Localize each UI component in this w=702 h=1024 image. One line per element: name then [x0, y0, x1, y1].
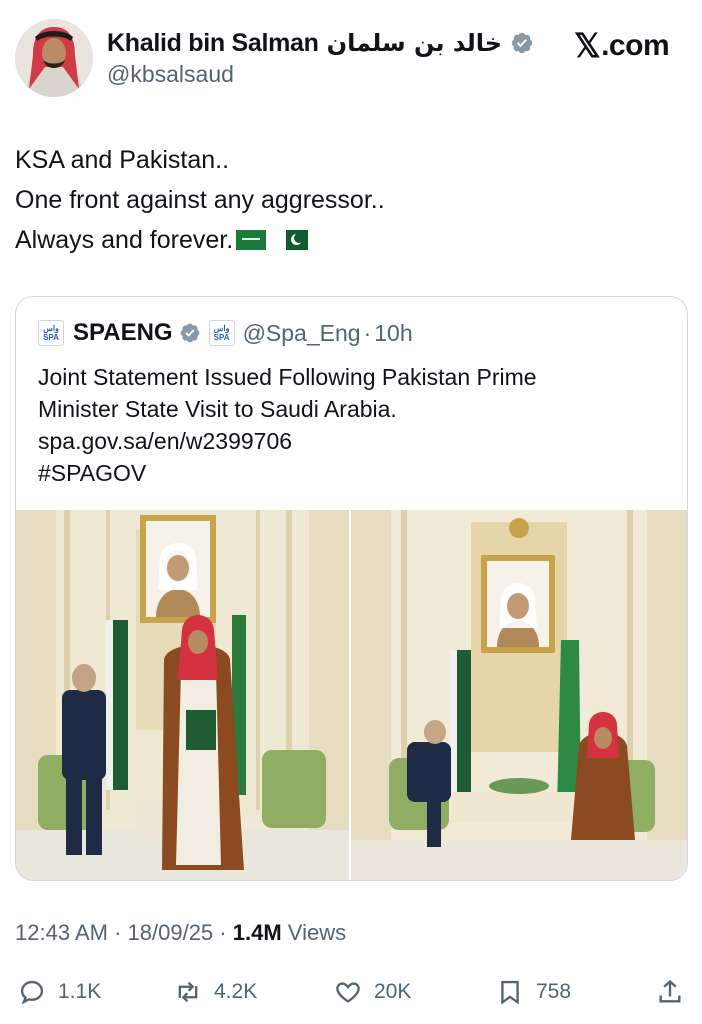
- repost-icon: [178, 981, 198, 1003]
- author-name-row: Khalid bin Salman خالد بن سلمان: [107, 28, 534, 58]
- quoted-tweet-card[interactable]: واس SPA SPAENG واس SPA @Spa_Eng · 10h Jo…: [15, 296, 688, 881]
- bookmark-icon: [501, 980, 519, 1005]
- reply-icon: [20, 980, 44, 1005]
- tweet-line: KSA and Pakistan..: [15, 146, 230, 174]
- separator-dot: ·: [363, 319, 372, 346]
- seated-meeting-photo[interactable]: [351, 510, 687, 880]
- quoted-tweet-text: Joint Statement Issued Following Pakista…: [38, 361, 537, 489]
- x-logo-domain: .com: [601, 28, 670, 62]
- spa-logo-text: SPA: [213, 333, 230, 342]
- spa-avatar-icon[interactable]: واس SPA: [38, 320, 64, 346]
- spa-affiliate-icon: واس SPA: [208, 320, 235, 346]
- tweet-meta: 12:43 AM · 18/09/25 · 1.4M Views: [15, 920, 346, 946]
- quoted-tweet-header: واس SPA SPAENG واس SPA @Spa_Eng · 10h: [38, 319, 413, 347]
- spa-logo-text-arabic: واس: [43, 324, 59, 333]
- like-count: 20K: [374, 980, 412, 1003]
- tweet-date[interactable]: 18/09/25: [128, 920, 214, 945]
- verified-badge-icon: [511, 32, 533, 54]
- x-logo-icon: 𝕏: [574, 27, 601, 64]
- views-label: Views: [287, 920, 347, 945]
- author-name-arabic[interactable]: خالد بن سلمان: [327, 29, 503, 57]
- repost-count: 4.2K: [214, 980, 258, 1003]
- reply-button[interactable]: 1.1K: [18, 972, 101, 1012]
- spa-logo-text-arabic: واس: [213, 324, 230, 333]
- author-avatar[interactable]: [15, 19, 93, 97]
- reply-count: 1.1K: [58, 980, 102, 1003]
- share-icon: [659, 979, 681, 1003]
- share-button[interactable]: [656, 972, 684, 1012]
- author-name[interactable]: Khalid bin Salman: [107, 29, 319, 58]
- heart-icon: [336, 982, 360, 1003]
- like-button[interactable]: 20K: [334, 972, 411, 1012]
- quoted-line: Minister State Visit to Saudi Arabia.: [38, 396, 397, 422]
- quoted-author-name[interactable]: SPAENG: [73, 319, 173, 347]
- tweet-time[interactable]: 12:43 AM: [15, 920, 108, 945]
- quoted-line: Joint Statement Issued Following Pakista…: [38, 364, 537, 390]
- tweet-line: Always and forever.: [15, 226, 234, 254]
- separator-dot: ·: [114, 920, 122, 945]
- quoted-tweet-time[interactable]: 10h: [374, 320, 412, 347]
- tweet-line: One front against any aggressor..: [15, 186, 385, 214]
- verified-badge-icon: [180, 323, 199, 343]
- separator-dot: ·: [219, 920, 227, 945]
- quoted-hashtag[interactable]: #SPAGOV: [38, 457, 537, 489]
- repost-button[interactable]: 4.2K: [174, 972, 257, 1012]
- views-count: 1.4M: [232, 920, 282, 945]
- tweet-line-with-flags: Always and forever.: [15, 220, 385, 260]
- author-handle[interactable]: @kbsalsaud: [107, 61, 234, 88]
- bookmark-button[interactable]: 758: [496, 972, 571, 1012]
- tweet-text: KSA and Pakistan.. One front against any…: [15, 140, 385, 260]
- action-bar: 1.1K 4.2K 20K 758: [0, 972, 702, 1012]
- saudi-arabia-flag-icon: [236, 230, 267, 250]
- pakistan-flag-icon: [278, 230, 309, 250]
- quoted-media: [16, 510, 687, 880]
- handshake-photo[interactable]: [16, 510, 349, 880]
- spa-logo-text: SPA: [43, 333, 59, 342]
- quoted-link[interactable]: spa.gov.sa/en/w2399706: [38, 425, 537, 457]
- bookmark-count: 758: [536, 980, 572, 1003]
- x-brand-logo: 𝕏 .com: [574, 26, 670, 65]
- quoted-author-handle[interactable]: @Spa_Eng: [243, 320, 361, 347]
